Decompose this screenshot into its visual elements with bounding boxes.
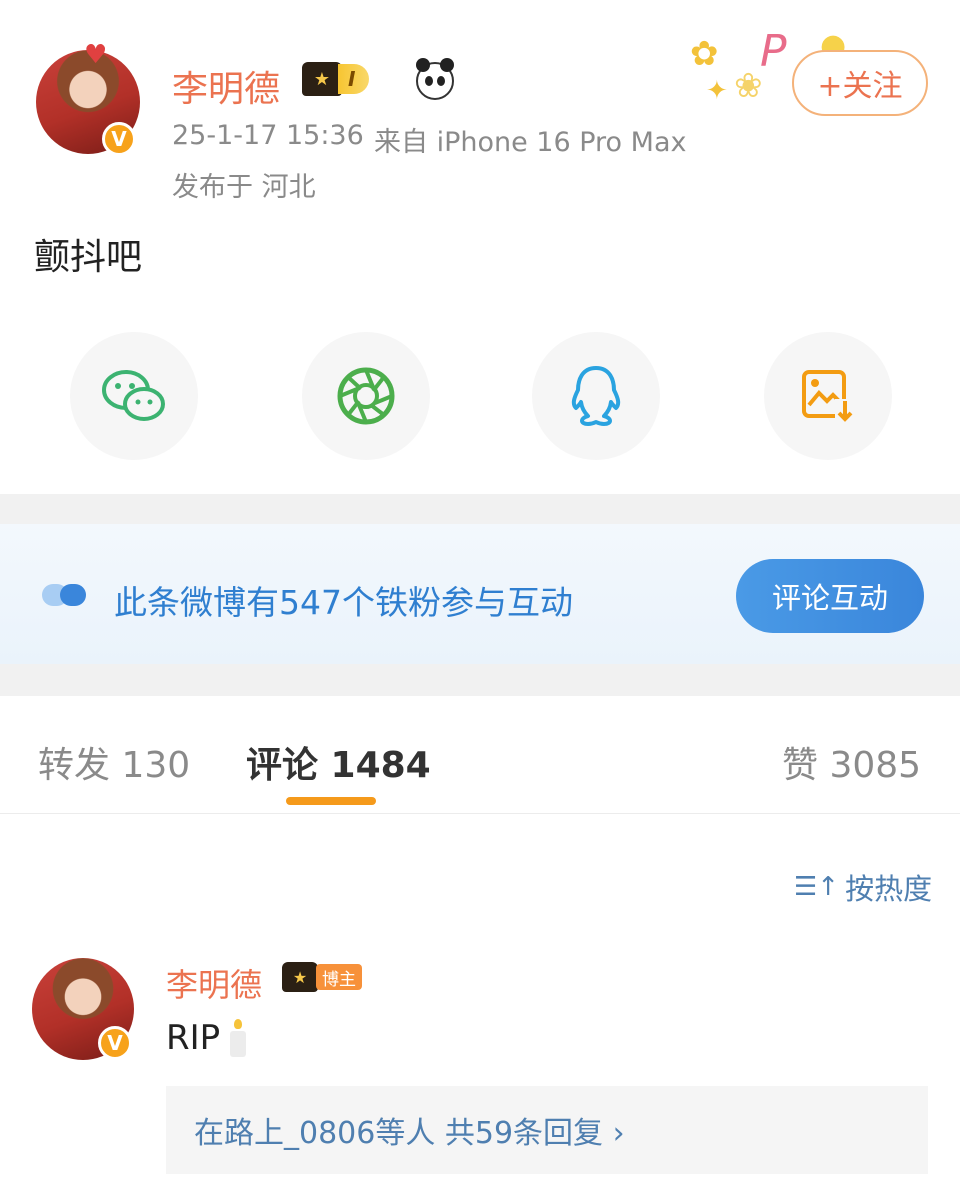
flower-sticker-icon: ✿ <box>690 34 719 74</box>
level-tag: I <box>338 64 370 94</box>
sparkle-sticker-icon: ✦ <box>706 76 728 106</box>
tab-comments[interactable]: 评论 1484 <box>246 736 431 788</box>
candle-icon <box>230 1019 247 1057</box>
post-location: 发布于 河北 <box>172 172 316 203</box>
fans-pill-icon <box>40 580 90 610</box>
share-moments-button[interactable] <box>302 332 430 460</box>
share-wechat-button[interactable] <box>70 332 198 460</box>
fans-banner-text: 此条微博有547个铁粉参与互动 <box>114 583 573 622</box>
post-source: 来自 iPhone 16 Pro Max <box>374 127 687 158</box>
comment-interact-button[interactable]: 评论互动 <box>736 559 924 633</box>
commenter-verified-badge: V <box>98 1026 132 1060</box>
follow-button[interactable]: +关注 <box>792 50 928 116</box>
tab-reposts[interactable]: 转发 130 <box>38 736 190 788</box>
sort-label: 按热度 <box>845 872 933 906</box>
letter-sticker-icon: P <box>760 26 787 77</box>
avatar-decoration-icon: ♥ <box>84 40 108 70</box>
tabs-divider <box>0 813 960 814</box>
tab-active-indicator <box>286 797 376 805</box>
save-image-button[interactable] <box>764 332 892 460</box>
comment-text: RIP <box>166 1018 247 1058</box>
wechat-icon <box>102 370 165 421</box>
panda-icon <box>416 58 454 100</box>
host-tag: 博主 <box>316 964 362 990</box>
flower-sticker-icon-2: ❀ <box>734 66 763 106</box>
commenter-crown-icon: ★ <box>282 962 318 992</box>
vip-badge[interactable]: ★ I <box>302 62 370 96</box>
author-name[interactable]: 李明德 <box>172 60 280 112</box>
tab-likes[interactable]: 赞 3085 <box>782 736 921 788</box>
comment-text-value: RIP <box>166 1018 221 1058</box>
share-qq-button[interactable] <box>532 332 660 460</box>
moments-icon <box>337 367 395 425</box>
view-replies-button[interactable]: 在路上_0806等人 共59条回复 › <box>166 1086 928 1174</box>
sort-icon: ☰↑ <box>794 872 840 902</box>
save-image-icon <box>802 370 855 423</box>
crown-icon: ★ <box>302 62 342 96</box>
post-content: 颤抖吧 <box>34 237 143 278</box>
commenter-name[interactable]: 李明德 <box>166 960 262 1006</box>
qq-icon <box>571 366 621 426</box>
section-gap <box>0 494 960 524</box>
section-gap-2 <box>0 664 960 696</box>
sort-button[interactable]: ☰↑ 按热度 <box>794 866 932 908</box>
verified-badge: V <box>102 122 136 156</box>
post-timestamp: 25-1-17 15:36 <box>172 120 364 151</box>
